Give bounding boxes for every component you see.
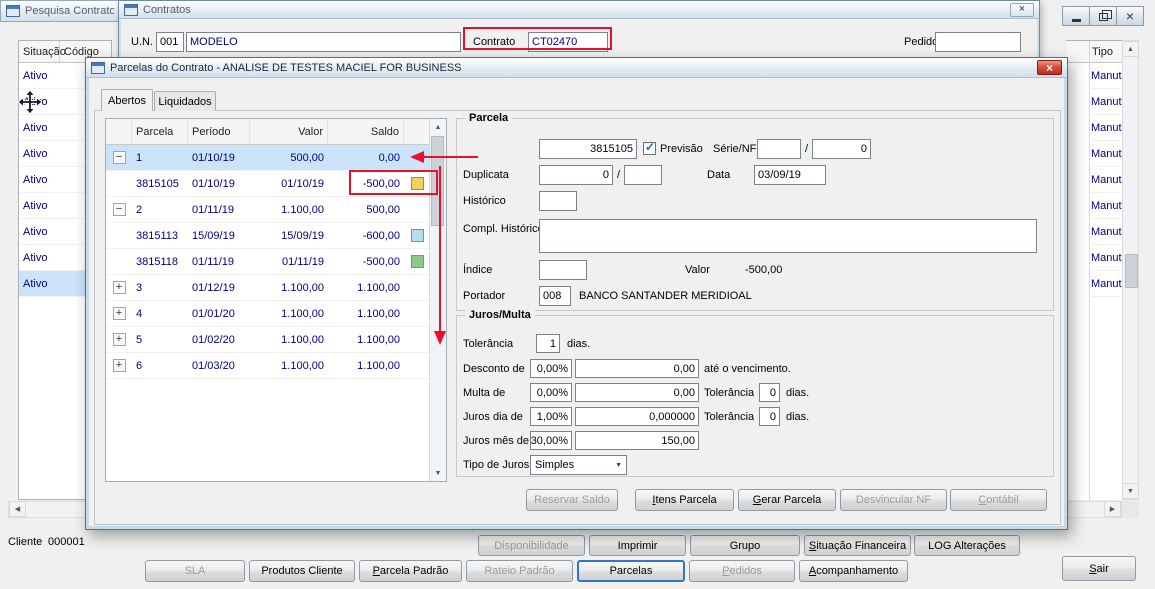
un-label: U.N. [131,36,153,48]
button-parcela-padrao[interactable]: Parcela Padrão [359,560,462,582]
close-button[interactable]: × [1116,6,1144,26]
column-separator [1089,41,1090,500]
button-disponibilidade[interactable]: Disponibilidade [478,535,585,556]
pesquisa-window-icon [6,5,20,17]
situacao-value: Ativo [23,121,48,134]
dialog-buttons: Reservar Saldo Itens Parcela Gerar Parcela… [86,58,1067,529]
un-code-field[interactable]: 001 [156,32,184,52]
tipo-cell: Manutenç [1091,115,1122,141]
un-name-field[interactable]: MODELO [186,32,461,52]
annotation-arrow-left-line [424,156,478,158]
annotation-arrow-left-head [410,151,424,163]
contratos-close-button[interactable]: × [1010,2,1034,17]
tipo-column-header[interactable]: Tipo [1066,41,1122,63]
vertical-scrollbar-thumb[interactable] [1125,254,1138,288]
bottom-bar-row2: SLA Produtos Cliente Parcela Padrão Rateio … [0,560,1155,582]
button-log-alteracoes[interactable]: LOG Alterações [914,535,1020,556]
restore-icon [1098,10,1112,21]
bottom-bar-row1: Disponibilidade Imprimir Grupo Situação Fin… [0,535,1155,556]
button-situacao-financeira[interactable]: Situação Financeira [804,535,911,556]
scroll-left-icon[interactable]: ◀ [9,501,26,517]
tipo-cell: Manutenç [1091,167,1122,193]
situacao-value: Ativo [23,225,48,238]
parcelas-dialog: Parcelas do Contrato - ANALISE DE TESTES… [85,57,1068,530]
button-reservar-saldo[interactable]: Reservar Saldo [526,489,618,511]
sair-button-label: Sair [1089,562,1109,575]
restore-button[interactable] [1089,6,1117,26]
annotation-arrow-down-head [434,331,446,345]
pedido-field[interactable] [935,32,1021,52]
contratos-window-icon [124,3,138,16]
tipo-column-panel: Tipo ManutençManutençManutençManutençMan… [1066,40,1122,500]
button-itens-parcela[interactable]: Itens Parcela [635,489,734,511]
situacao-value: Ativo [23,173,48,186]
tipo-cell: Manutenç [1091,245,1122,271]
situacao-value: Ativo [23,69,48,82]
button-contabil[interactable]: Contábil [950,489,1047,511]
button-sla[interactable]: SLA [145,560,245,582]
tipo-cell: Manutenç [1091,271,1122,297]
tipo-cell: Manutenç [1091,63,1122,89]
close-icon: × [1125,8,1135,24]
situacao-value: Ativo [23,147,48,160]
contratos-window-title: Contratos [143,3,191,16]
annotation-saldo-box [349,170,438,195]
vertical-scrollbar[interactable]: ▲ ▼ [1122,40,1139,500]
button-gerar-parcela[interactable]: Gerar Parcela [738,489,836,511]
minimize-icon [1071,19,1081,22]
button-acompanhamento[interactable]: Acompanhamento [799,560,908,582]
pesquisa-window-titlebar[interactable]: Pesquisa Contrato [0,0,120,22]
button-produtos-cliente[interactable]: Produtos Cliente [249,560,355,582]
pesquisa-window-title: Pesquisa Contrato [25,5,114,17]
button-parcelas[interactable]: Parcelas [577,560,685,582]
tipo-cell: Manutenç [1091,193,1122,219]
situacao-value: Ativo [23,199,48,212]
situacao-value: Ativo [23,251,48,264]
minimize-button[interactable] [1062,6,1090,26]
button-desvincular-nf[interactable]: Desvincular NF [840,489,947,511]
column-header-situacao[interactable]: Situação [19,41,66,62]
annotation-contrato-box [463,27,612,50]
tipo-cell: Manutenç [1091,141,1122,167]
situacao-value: Ativo [23,277,48,290]
window-controls: × [1062,6,1144,26]
button-grupo[interactable]: Grupo [690,535,800,556]
pedido-label: Pedido [904,36,939,48]
scroll-up-icon[interactable]: ▲ [1122,41,1139,57]
annotation-arrow-down-line [439,166,441,332]
tipo-cell: Manutenç [1091,89,1122,115]
tipo-rows: ManutençManutençManutençManutençManutenç… [1091,63,1122,297]
button-rateio-padrao[interactable]: Rateio Padrão [466,560,573,582]
column-header-tipo: Tipo [1092,45,1113,58]
desktop: Pesquisa Contrato Situação Código Ativo A… [0,0,1155,589]
scroll-right-icon[interactable]: ▶ [1104,501,1121,517]
button-sair[interactable]: Sair [1062,556,1136,581]
move-cursor-icon [18,90,42,114]
scrollbar-corner [1122,501,1139,518]
button-pedidos[interactable]: Pedidos [689,560,795,582]
scroll-down-icon[interactable]: ▼ [1122,483,1139,499]
button-imprimir[interactable]: Imprimir [589,535,686,556]
tipo-cell: Manutenç [1091,219,1122,245]
